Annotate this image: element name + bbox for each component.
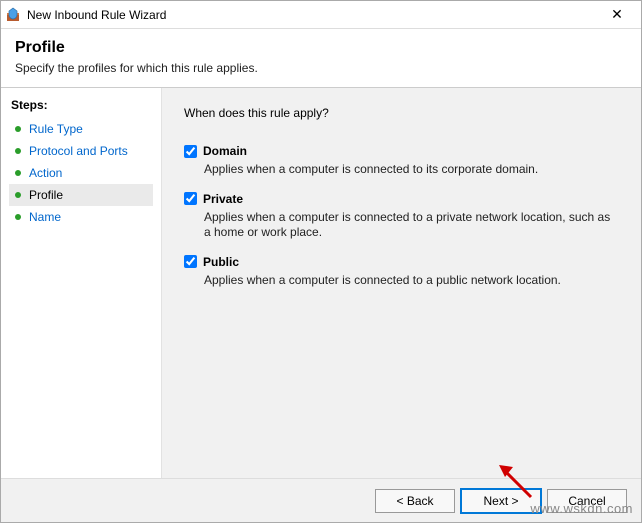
close-icon: ✕: [611, 6, 623, 23]
next-button[interactable]: Next >: [461, 489, 541, 513]
content-pane: When does this rule apply? Domain Applie…: [161, 88, 641, 478]
bullet-icon: [15, 170, 21, 176]
option-desc: Applies when a computer is connected to …: [204, 210, 619, 241]
step-name[interactable]: Name: [9, 206, 153, 228]
option-public: Public Applies when a computer is connec…: [184, 255, 619, 289]
checkbox-public[interactable]: [184, 255, 197, 268]
step-label: Name: [29, 210, 61, 224]
bullet-icon: [15, 126, 21, 132]
step-profile[interactable]: Profile: [9, 184, 153, 206]
prompt-text: When does this rule apply?: [184, 106, 619, 120]
option-desc: Applies when a computer is connected to …: [204, 273, 619, 289]
firewall-icon: [5, 7, 21, 23]
bullet-icon: [15, 214, 21, 220]
close-button[interactable]: ✕: [597, 1, 637, 29]
footer: < Back Next > Cancel: [1, 478, 641, 522]
steps-title: Steps:: [11, 98, 153, 112]
step-label: Action: [29, 166, 62, 180]
checkbox-domain[interactable]: [184, 145, 197, 158]
step-label: Protocol and Ports: [29, 144, 128, 158]
option-name: Private: [203, 192, 243, 206]
checkbox-private[interactable]: [184, 192, 197, 205]
back-button[interactable]: < Back: [375, 489, 455, 513]
option-name: Domain: [203, 144, 247, 158]
page-title: Profile: [15, 39, 627, 57]
step-protocol-and-ports[interactable]: Protocol and Ports: [9, 140, 153, 162]
body: Steps: Rule Type Protocol and Ports Acti…: [1, 88, 641, 478]
option-private: Private Applies when a computer is conne…: [184, 192, 619, 241]
header: Profile Specify the profiles for which t…: [1, 29, 641, 88]
titlebar: New Inbound Rule Wizard ✕: [1, 1, 641, 29]
option-domain: Domain Applies when a computer is connec…: [184, 144, 619, 178]
page-subtitle: Specify the profiles for which this rule…: [15, 61, 627, 75]
option-name: Public: [203, 255, 239, 269]
step-label: Rule Type: [29, 122, 83, 136]
bullet-icon: [15, 192, 21, 198]
step-label: Profile: [29, 188, 63, 202]
wizard-window: New Inbound Rule Wizard ✕ Profile Specif…: [0, 0, 642, 523]
option-desc: Applies when a computer is connected to …: [204, 162, 619, 178]
cancel-button[interactable]: Cancel: [547, 489, 627, 513]
bullet-icon: [15, 148, 21, 154]
steps-pane: Steps: Rule Type Protocol and Ports Acti…: [1, 88, 161, 478]
step-rule-type[interactable]: Rule Type: [9, 118, 153, 140]
window-title: New Inbound Rule Wizard: [27, 8, 597, 22]
step-action[interactable]: Action: [9, 162, 153, 184]
